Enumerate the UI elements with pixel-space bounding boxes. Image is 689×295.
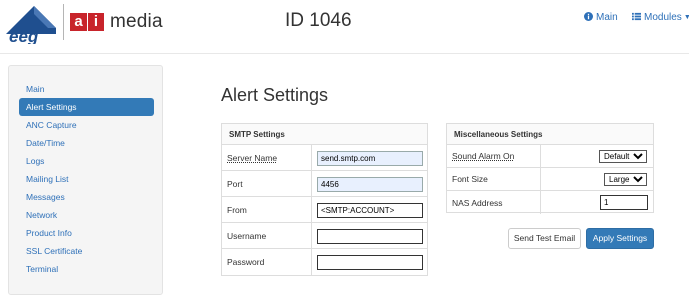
- font-size-row: Font Size Large: [447, 168, 653, 191]
- media-logo-text: media: [110, 11, 163, 32]
- sidebar-item-product-info[interactable]: Product Info: [19, 224, 154, 242]
- smtp-password-row: Password: [222, 249, 427, 275]
- smtp-settings-panel: SMTP Settings Server Name Port From User…: [221, 123, 428, 276]
- nas-address-input[interactable]: [600, 195, 648, 210]
- ai-logo-a: a: [70, 13, 87, 31]
- password-label: Password: [227, 257, 265, 267]
- username-label: Username: [227, 230, 267, 241]
- sidebar-item-main[interactable]: Main: [19, 80, 154, 98]
- nas-address-label: NAS Address: [452, 197, 503, 208]
- nav-main-label: Main: [596, 12, 618, 23]
- device-id: ID 1046: [285, 10, 352, 31]
- font-size-label: Font Size: [452, 174, 488, 184]
- smtp-from-row: From: [222, 197, 427, 223]
- password-input[interactable]: [317, 255, 423, 270]
- sound-alarm-row: Sound Alarm On Default: [447, 145, 653, 168]
- sidebar: Main Alert Settings ANC Capture Date/Tim…: [8, 65, 163, 295]
- sound-alarm-select[interactable]: Default: [599, 150, 647, 163]
- from-input[interactable]: [317, 203, 423, 218]
- font-size-select[interactable]: Large: [604, 173, 647, 186]
- page-title: Alert Settings: [221, 85, 329, 105]
- from-label: From: [227, 204, 247, 215]
- smtp-server-row: Server Name: [222, 145, 427, 171]
- nav-modules-label: Modules: [644, 12, 682, 23]
- ai-logo-i: i: [87, 13, 104, 31]
- header: eeg ai media ID 1046 Main Modules ▼: [0, 0, 689, 46]
- sidebar-item-date-time[interactable]: Date/Time: [19, 134, 154, 152]
- caret-down-icon: ▼: [683, 14, 689, 21]
- ai-media-logo: ai media: [70, 11, 163, 32]
- smtp-port-row: Port: [222, 171, 427, 197]
- port-label: Port: [227, 178, 243, 189]
- sidebar-item-messages[interactable]: Messages: [19, 188, 154, 206]
- header-divider: [0, 53, 689, 54]
- sidebar-item-anc-capture[interactable]: ANC Capture: [19, 116, 154, 134]
- server-name-label: Server Name: [227, 152, 278, 163]
- sidebar-item-ssl-certificate[interactable]: SSL Certificate: [19, 242, 154, 260]
- nav-modules-dropdown[interactable]: Modules ▼: [632, 12, 689, 23]
- sidebar-item-terminal[interactable]: Terminal: [19, 260, 154, 278]
- port-input[interactable]: [317, 177, 423, 192]
- nav-main-link[interactable]: Main: [584, 12, 618, 23]
- sidebar-item-network[interactable]: Network: [19, 206, 154, 224]
- server-name-input[interactable]: [317, 151, 423, 166]
- sidebar-item-logs[interactable]: Logs: [19, 152, 154, 170]
- svg-text:eeg: eeg: [9, 27, 39, 44]
- sidebar-item-mailing-list[interactable]: Mailing List: [19, 170, 154, 188]
- sidebar-item-alert-settings[interactable]: Alert Settings: [19, 98, 154, 116]
- info-circle-icon: [584, 12, 593, 23]
- misc-settings-heading: Miscellaneous Settings: [447, 124, 653, 145]
- misc-settings-panel: Miscellaneous Settings Sound Alarm On De…: [446, 123, 654, 214]
- username-input[interactable]: [317, 229, 423, 244]
- sound-alarm-label: Sound Alarm On: [452, 151, 515, 161]
- apply-settings-button[interactable]: Apply Settings: [586, 228, 654, 249]
- smtp-username-row: Username: [222, 223, 427, 249]
- main-content: Alert Settings SMTP Settings Server Name…: [180, 65, 689, 285]
- smtp-settings-heading: SMTP Settings: [222, 124, 427, 145]
- send-test-email-button[interactable]: Send Test Email: [508, 228, 581, 249]
- logo-divider: [63, 4, 64, 40]
- nas-address-row: NAS Address: [447, 191, 653, 214]
- eeg-logo: eeg: [4, 4, 58, 46]
- list-icon: [632, 12, 641, 23]
